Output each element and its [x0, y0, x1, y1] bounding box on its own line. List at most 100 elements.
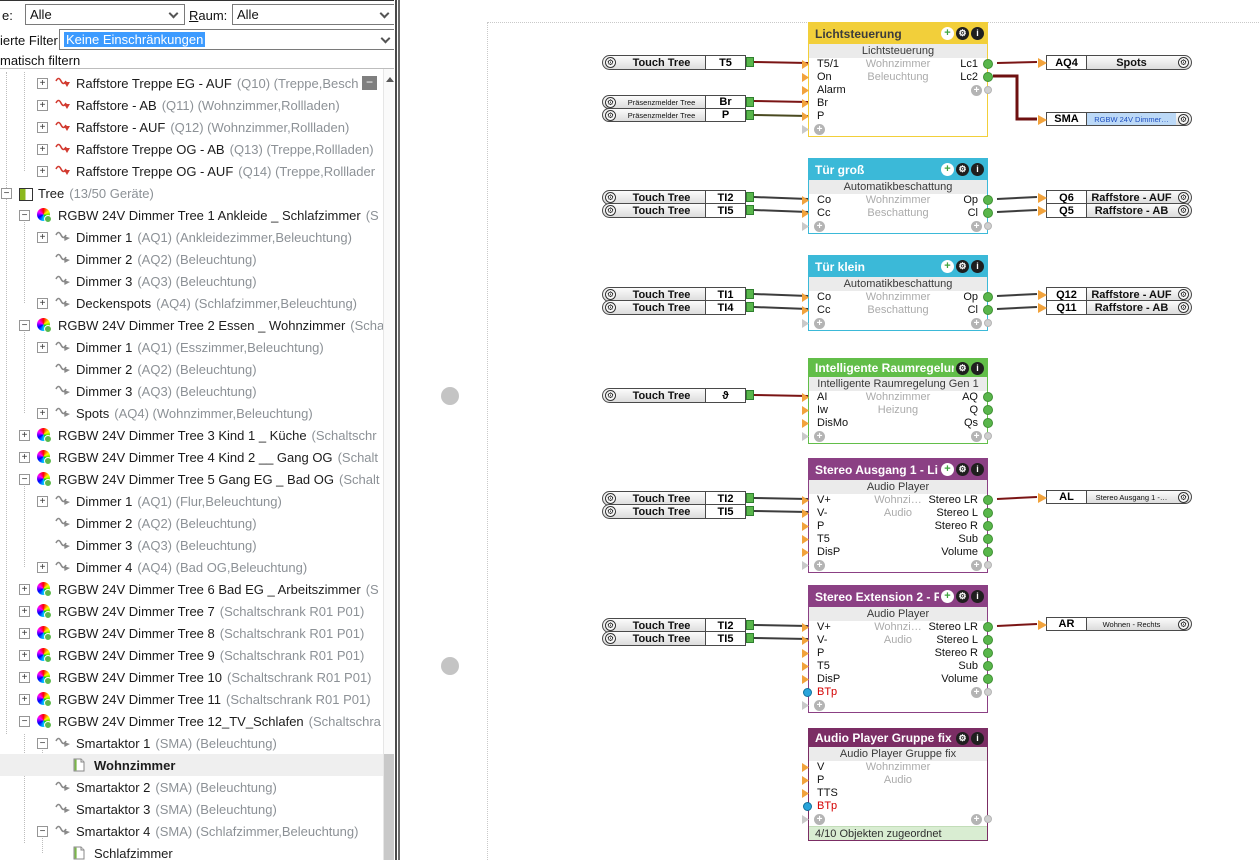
spare-input-connector[interactable]	[802, 432, 809, 441]
tree-item[interactable]: +Raffstore Treppe OG - AB(Q13) (Treppe,R…	[0, 138, 383, 160]
input-connector[interactable]	[803, 688, 812, 697]
output-connector[interactable]	[746, 390, 754, 400]
input-connector[interactable]	[802, 548, 809, 557]
tree-expand-plus[interactable]: +	[19, 430, 30, 441]
device-filter-select[interactable]: Alle	[25, 4, 185, 25]
tree-expand-minus[interactable]: −	[19, 320, 30, 331]
tree-expand-minus[interactable]: −	[37, 738, 48, 749]
output-connector[interactable]	[746, 633, 754, 643]
tree-item[interactable]: Wohnzimmer	[0, 754, 383, 776]
tree-expand-plus[interactable]: +	[19, 584, 30, 595]
tree-expand-plus[interactable]: +	[37, 342, 48, 353]
block-header[interactable]: Audio Player Gruppe fix⚙i	[809, 729, 987, 747]
move-icon[interactable]: +	[941, 463, 954, 476]
scrollbar-thumb[interactable]	[384, 754, 394, 860]
tree-item[interactable]: +Dimmer 4(AQ4) (Bad OG,Beleuchtung)	[0, 556, 383, 578]
gear-icon[interactable]: ⚙	[605, 57, 616, 68]
input-connector[interactable]	[802, 522, 809, 531]
input-connector[interactable]	[1038, 620, 1047, 630]
tree-expand-plus[interactable]: +	[37, 166, 48, 177]
add-input-button[interactable]: +	[814, 318, 825, 329]
add-input-button[interactable]: +	[814, 560, 825, 571]
spare-output-connector[interactable]	[984, 86, 992, 94]
block-tuer-klein[interactable]: Tür klein+⚙iAutomatikbeschattungCoWohnzi…	[808, 255, 988, 331]
target-device[interactable]: Q11Raffstore - AB⚙	[1046, 300, 1192, 315]
gear-icon[interactable]: ⚙	[956, 362, 969, 375]
tree-expand-plus[interactable]: +	[37, 562, 48, 573]
tree-item[interactable]: +RGBW 24V Dimmer Tree 10(Schaltschrank R…	[0, 666, 383, 688]
output-connector[interactable]	[983, 635, 993, 645]
tree-item[interactable]: Dimmer 2(AQ2) (Beleuchtung)	[0, 358, 383, 380]
block-tuer-gross[interactable]: Tür groß+⚙iAutomatikbeschattungCoWohnzim…	[808, 158, 988, 234]
gear-icon[interactable]: ⚙	[956, 463, 969, 476]
info-icon[interactable]: i	[971, 260, 984, 273]
output-connector[interactable]	[983, 495, 993, 505]
input-connector[interactable]	[802, 86, 809, 95]
input-connector[interactable]	[1038, 58, 1047, 68]
gear-icon[interactable]: ⚙	[956, 163, 969, 176]
gear-icon[interactable]: ⚙	[956, 260, 969, 273]
info-icon[interactable]: i	[971, 163, 984, 176]
move-icon[interactable]: +	[941, 260, 954, 273]
tree-expand-plus[interactable]: +	[19, 628, 30, 639]
block-header[interactable]: Stereo Extension 2 - R…+⚙i	[809, 586, 987, 607]
output-connector[interactable]	[983, 508, 993, 518]
tree-item[interactable]: −RGBW 24V Dimmer Tree 1 Ankleide _ Schla…	[0, 204, 383, 226]
defined-filter-select[interactable]: Keine Einschränkungen	[59, 29, 394, 50]
tree-expand-minus[interactable]: −	[37, 826, 48, 837]
tree-item[interactable]: Dimmer 2(AQ2) (Beleuchtung)	[0, 512, 383, 534]
tree-item[interactable]: +RGBW 24V Dimmer Tree 11(Schaltschrank R…	[0, 688, 383, 710]
output-connector[interactable]	[983, 292, 993, 302]
tree-item[interactable]: Schlafzimmer	[0, 842, 383, 860]
gear-icon[interactable]: ⚙	[1178, 57, 1189, 68]
tree-item[interactable]: +RGBW 24V Dimmer Tree 3 Kind 1 _ Küche(S…	[0, 424, 383, 446]
tree-expand-plus[interactable]: +	[19, 694, 30, 705]
input-connector[interactable]	[802, 649, 809, 658]
input-connector[interactable]	[1038, 115, 1047, 125]
spare-input-connector[interactable]	[802, 561, 809, 570]
gear-icon[interactable]: ⚙	[956, 27, 969, 40]
tree-expand-plus[interactable]: +	[19, 606, 30, 617]
output-connector[interactable]	[983, 305, 993, 315]
move-icon[interactable]: +	[941, 27, 954, 40]
info-icon[interactable]: i	[971, 732, 984, 745]
input-connector[interactable]	[802, 675, 809, 684]
output-connector[interactable]	[746, 302, 754, 312]
spare-input-connector[interactable]	[802, 319, 809, 328]
output-connector[interactable]	[983, 392, 993, 402]
add-input-button[interactable]: +	[814, 814, 825, 825]
collapse-button[interactable]: −	[362, 76, 377, 90]
block-lichtsteuerung[interactable]: Lichtsteuerung+⚙iLichtsteuerungT5/1Wohnz…	[808, 22, 988, 137]
info-icon[interactable]: i	[971, 27, 984, 40]
output-connector[interactable]	[746, 192, 754, 202]
tree-expand-plus[interactable]: +	[37, 100, 48, 111]
tree-item[interactable]: +RGBW 24V Dimmer Tree 6 Bad EG _ Arbeits…	[0, 578, 383, 600]
tree-item[interactable]: Dimmer 2(AQ2) (Beleuchtung)	[0, 248, 383, 270]
spare-output-connector[interactable]	[984, 222, 992, 230]
output-connector[interactable]	[746, 620, 754, 630]
gear-icon[interactable]: ⚙	[1178, 205, 1189, 216]
target-device[interactable]: ARWohnen - Rechts⚙	[1046, 617, 1192, 631]
target-device[interactable]: ALStereo Ausgang 1 -…⚙	[1046, 490, 1192, 504]
gear-icon[interactable]: ⚙	[1178, 114, 1189, 125]
tree-item[interactable]: −RGBW 24V Dimmer Tree 12_TV_Schlafen(Sch…	[0, 710, 383, 732]
add-output-button[interactable]: +	[971, 85, 982, 96]
input-connector[interactable]	[802, 293, 809, 302]
tree-item[interactable]: +RGBW 24V Dimmer Tree 8(Schaltschrank R0…	[0, 622, 383, 644]
spare-output-connector[interactable]	[984, 561, 992, 569]
tree-expand-plus[interactable]: +	[19, 650, 30, 661]
input-connector[interactable]	[802, 496, 809, 505]
input-connector[interactable]	[802, 73, 809, 82]
input-connector[interactable]	[802, 196, 809, 205]
spare-input-connector[interactable]	[802, 222, 809, 231]
tree-expand-plus[interactable]: +	[19, 672, 30, 683]
input-connector[interactable]	[803, 802, 812, 811]
tree-item[interactable]: Dimmer 3(AQ3) (Beleuchtung)	[0, 380, 383, 402]
gear-icon[interactable]: ⚙	[605, 390, 616, 401]
gear-icon[interactable]: ⚙	[605, 289, 616, 300]
panel-divider[interactable]	[395, 0, 397, 860]
input-connector[interactable]	[802, 209, 809, 218]
tree-item[interactable]: −Smartaktor 4(SMA) (Schlafzimmer,Beleuch…	[0, 820, 383, 842]
output-connector[interactable]	[983, 674, 993, 684]
tree-item[interactable]: Smartaktor 3(SMA) (Beleuchtung)	[0, 798, 383, 820]
